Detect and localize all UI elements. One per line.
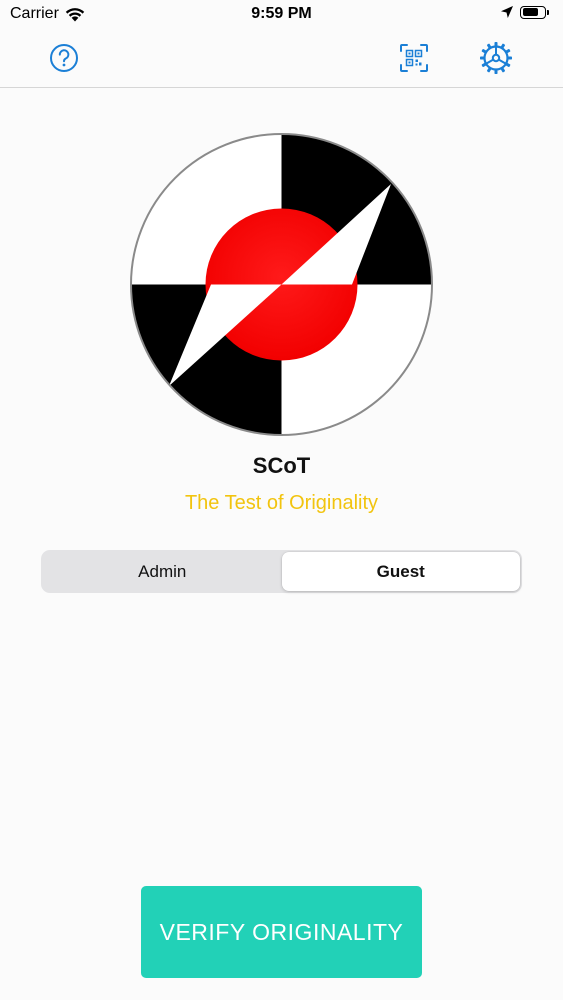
app-tagline: The Test of Originality [184, 492, 379, 514]
battery-tip [547, 9, 549, 15]
qr-code-icon [400, 44, 428, 72]
app-logo [130, 133, 433, 436]
verify-originality-button[interactable]: VERIFY ORIGINALITY [141, 886, 422, 978]
segment-guest[interactable]: Guest [281, 552, 520, 591]
qr-scan-button[interactable] [396, 40, 432, 76]
segment-admin[interactable]: Admin [43, 552, 282, 591]
location-arrow-icon [501, 6, 513, 18]
settings-gear-icon [480, 42, 512, 74]
battery-body [520, 5, 546, 19]
help-button[interactable] [46, 40, 82, 76]
status-bar: Carrier 9:59 PM [0, 0, 563, 30]
nav-bar [0, 30, 563, 88]
role-segmented-control: Admin Guest [41, 550, 522, 593]
app-name: SCoT [252, 453, 311, 478]
battery-fill [522, 8, 539, 16]
help-icon [50, 44, 78, 72]
status-right [500, 5, 549, 19]
battery-icon [520, 5, 549, 19]
status-time: 9:59 PM [251, 5, 312, 22]
settings-button[interactable] [478, 40, 514, 76]
